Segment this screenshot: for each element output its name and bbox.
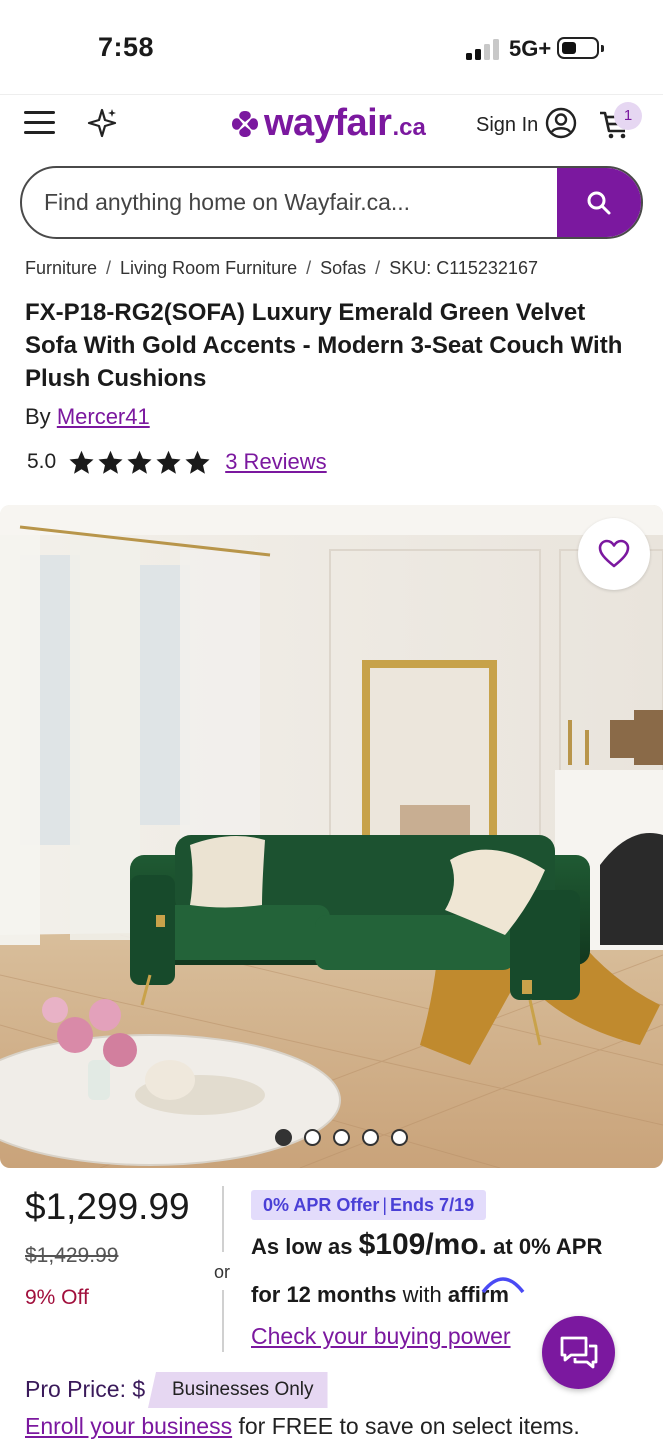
months-label: for 12 months	[251, 1282, 397, 1307]
monthly-price: $109/mo.	[358, 1228, 488, 1261]
breadcrumb-living-room-furniture[interactable]: Living Room Furniture	[120, 258, 297, 278]
or-label: or	[214, 1262, 231, 1282]
original-price: $1,429.99	[25, 1244, 119, 1267]
status-time: 7:58	[98, 32, 155, 62]
discount-label: 9% Off	[25, 1286, 89, 1309]
reviews-link[interactable]: 3 Reviews	[225, 449, 326, 475]
brand-link[interactable]: Mercer41	[57, 404, 150, 429]
enroll-description: for FREE to save on select items.	[238, 1413, 580, 1439]
sparkle-icon[interactable]	[86, 107, 118, 139]
status-bar: 7:58 5G+	[0, 0, 663, 94]
chat-button[interactable]	[542, 1316, 615, 1389]
network-label: 5G+	[509, 36, 552, 61]
site-header: wayfair .ca Sign In 1	[0, 94, 663, 156]
search-input[interactable]	[44, 168, 554, 237]
financing-line: As low as $109/mo. at 0% APR	[251, 1228, 602, 1262]
by-label: By	[25, 404, 51, 429]
cart-count-badge: 1	[614, 102, 642, 130]
product-image[interactable]	[0, 505, 663, 1168]
current-price: $1,299.99	[25, 1186, 190, 1227]
logo-word: wayfair	[264, 102, 392, 144]
product-title: FX-P18-RG2(SOFA) Luxury Emerald Green Ve…	[25, 299, 623, 392]
favorite-button[interactable]	[578, 518, 650, 590]
rating-row: 5.0 3 Reviews	[27, 446, 327, 478]
image-pagination	[275, 1129, 408, 1146]
signal-strength-icon	[466, 38, 500, 60]
pagination-dot[interactable]	[362, 1129, 379, 1146]
logo-mark-icon	[232, 111, 258, 137]
apr-offer-badge: 0% APR Offer | Ends 7/19	[251, 1190, 487, 1220]
battery-icon	[557, 37, 604, 59]
search-icon	[587, 191, 611, 215]
star-icon	[98, 450, 123, 474]
pagination-dot[interactable]	[275, 1129, 292, 1146]
divider	[222, 1290, 224, 1352]
enroll-business-link[interactable]: Enroll your business	[25, 1413, 232, 1439]
breadcrumb-furniture[interactable]: Furniture	[25, 258, 97, 278]
affirm-arc-icon	[481, 1277, 525, 1294]
chat-icon	[560, 1336, 598, 1369]
sign-in-link[interactable]: Sign In	[476, 114, 538, 137]
star-icon	[127, 450, 152, 474]
breadcrumb-separator: /	[306, 258, 312, 278]
product-byline: By Mercer41	[25, 404, 150, 430]
financing-terms: for 12 months with affirm	[251, 1277, 525, 1308]
pagination-dot[interactable]	[333, 1129, 350, 1146]
account-icon[interactable]	[545, 107, 577, 139]
at-apr-label: at 0% APR	[493, 1234, 603, 1259]
search-button[interactable]	[557, 168, 641, 237]
breadcrumb-sku: SKU: C115232167	[389, 258, 538, 278]
rating-value: 5.0	[27, 450, 57, 473]
check-buying-power-link[interactable]: Check your buying power	[251, 1323, 511, 1350]
sofa-room-photo	[0, 505, 663, 1168]
breadcrumb: Furniture / Living Room Furniture / Sofas / SK…	[25, 258, 538, 279]
pro-price-label: Pro Price: $	[25, 1376, 146, 1402]
affirm-logo: affirm	[448, 1277, 525, 1307]
breadcrumb-separator: /	[106, 258, 112, 278]
as-low-as-label: As low as	[251, 1234, 353, 1259]
logo-tld: .ca	[392, 114, 426, 141]
pagination-dot[interactable]	[304, 1129, 321, 1146]
menu-icon[interactable]	[24, 111, 55, 135]
businesses-only-tag: Businesses Only	[148, 1372, 328, 1408]
pro-price-currency: $	[132, 1376, 146, 1402]
wayfair-logo[interactable]: wayfair .ca	[230, 102, 426, 146]
divider	[222, 1186, 224, 1252]
with-label: with	[402, 1282, 442, 1307]
star-icon	[69, 450, 94, 474]
pagination-dot[interactable]	[391, 1129, 408, 1146]
enroll-business-text: Enroll your business for FREE to save on…	[25, 1413, 580, 1440]
star-icon	[185, 450, 210, 474]
heart-icon	[598, 539, 630, 568]
breadcrumb-separator: /	[375, 258, 381, 278]
star-rating	[68, 449, 211, 476]
apr-ends-label: Ends 7/19	[390, 1195, 475, 1215]
apr-offer-label: 0% APR Offer	[263, 1195, 380, 1215]
star-icon	[156, 450, 181, 474]
search-bar	[20, 166, 643, 239]
breadcrumb-sofas[interactable]: Sofas	[320, 258, 366, 278]
